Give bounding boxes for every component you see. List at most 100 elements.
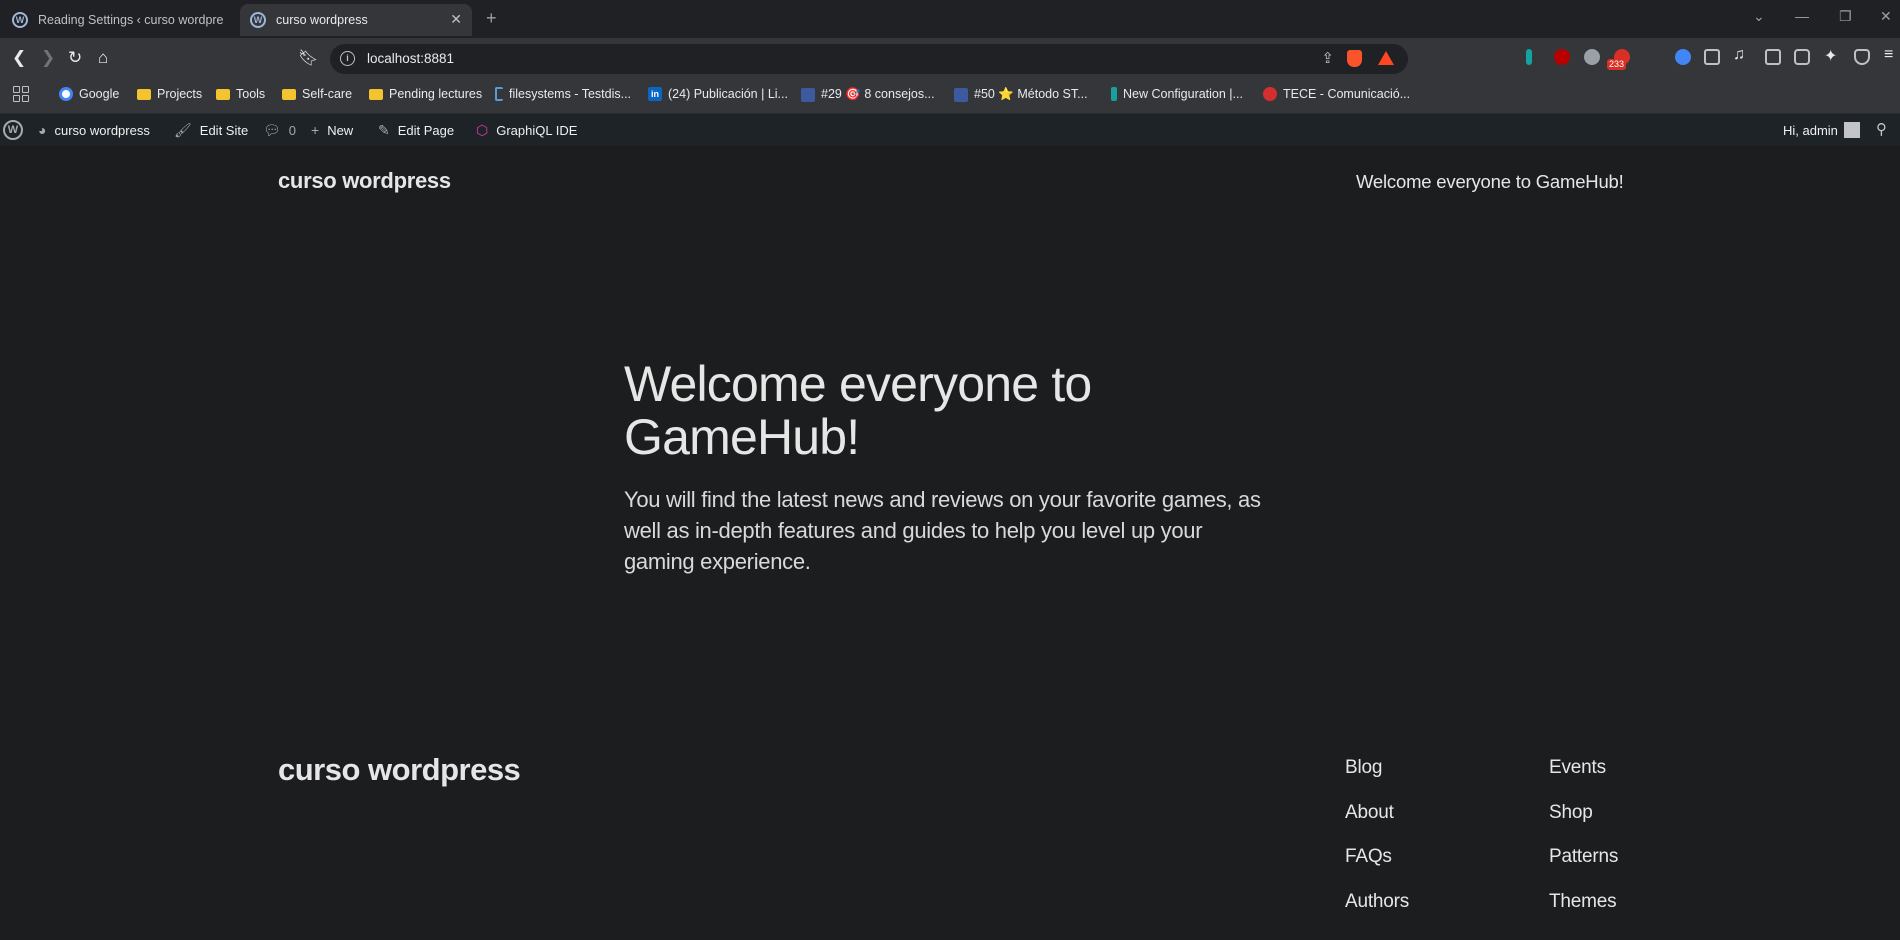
hmt-icon [954,87,968,102]
bookmark-pending-lectures[interactable]: Pending lectures [369,87,482,101]
wallet-icon[interactable] [1794,49,1810,65]
graphql-icon: ⬡ [476,122,489,138]
bookmark-hmt-29[interactable]: #29 🎯 8 consejos... [801,87,935,102]
leo-ai-icon[interactable]: ✦ [1824,46,1837,66]
extension-badge-count: 233 [1607,59,1627,70]
bookmark-label: (24) Publicación | Li... [668,87,788,101]
apps-grid-icon[interactable] [13,86,29,102]
bookmark-label: Pending lectures [389,87,483,101]
folder-icon [216,88,230,100]
browser-toolbar: ❮ ❯ ↻ ⌂ 🔖︎ i localhost:8881 ⇪ 233 ♫ ✦ ≡ [0,38,1900,78]
google-icon [59,87,73,101]
greeting-label: Hi, admin [1783,122,1838,138]
brave-shields-icon[interactable] [1347,50,1362,67]
site-info-icon[interactable]: i [340,51,355,66]
header-nav-link[interactable]: Welcome everyone to GameHub! [1356,171,1624,193]
site-title[interactable]: curso wordpress [278,168,451,194]
bookmark-label: TECE - Comunicació... [1283,87,1411,101]
bookmark-hmt-50[interactable]: #50 ⭐ Método ST... [954,87,1088,102]
wordpress-logo-icon: W [3,120,23,140]
reload-icon[interactable]: ↻ [68,48,82,68]
footer-nav-col-2: Events Shop Patterns Themes [1549,757,1618,935]
site-name-label: curso wordpress [54,122,150,138]
hmt-icon [801,87,815,102]
tab-title: Reading Settings ‹ curso wordpress [38,13,224,27]
bookmark-google[interactable]: Google [59,87,119,101]
extension-blue-icon[interactable] [1675,49,1691,65]
adminbar-search[interactable]: ⚲ [1876,120,1895,138]
home-icon[interactable]: ⌂ [98,48,108,68]
folder-icon [369,88,383,100]
extension-1-icon[interactable] [1526,49,1532,65]
bookmark-new-configuration[interactable]: New Configuration |... [1111,87,1243,101]
address-bar[interactable]: i localhost:8881 ⇪ [330,44,1408,74]
adminbar-comments[interactable]: 💬︎ 0 [263,122,296,139]
share-icon[interactable]: ⇪ [1321,49,1334,67]
media-icon[interactable]: ♫ [1733,46,1745,64]
hero-text: You will find the latest news and review… [624,487,1261,574]
footer-link-themes[interactable]: Themes [1549,891,1618,936]
graphiql-label: GraphiQL IDE [496,123,578,138]
new-label: New [327,122,354,138]
bookmark-label: filesystems - Testdis... [509,87,632,101]
bookmark-projects[interactable]: Projects [137,87,202,101]
footer-link-patterns[interactable]: Patterns [1549,846,1618,891]
menu-icon[interactable]: ≡ [1884,46,1893,64]
address-url[interactable]: localhost:8881 [367,51,454,66]
tab-search-chevron-icon[interactable]: ⌄ [1753,8,1765,25]
minimize-icon[interactable]: — [1795,8,1809,24]
bookmark-self-care[interactable]: Self-care [282,87,352,101]
footer-link-blog[interactable]: Blog [1345,757,1409,802]
footer-site-title[interactable]: curso wordpress [278,752,521,788]
footer-nav-col-1: Blog About FAQs Authors [1345,757,1409,935]
new-tab-icon[interactable]: + [486,8,497,29]
brush-icon: 🖌︎ [174,122,192,138]
adminbar-new[interactable]: + New [311,122,353,138]
bracket-icon [495,87,503,101]
wordpress-favicon-icon: W [250,12,266,28]
adminbar-edit-site[interactable]: 🖌︎ Edit Site [174,122,248,139]
footer-link-shop[interactable]: Shop [1549,802,1618,847]
bookmark-label: #50 ⭐ Método ST... [974,87,1088,101]
edit-site-label: Edit Site [199,123,249,138]
adminbar-site-name[interactable]: ◕ curso wordpress [38,122,150,138]
bookmark-label: #29 🎯 8 consejos... [821,87,935,101]
footer-link-faqs[interactable]: FAQs [1345,846,1409,891]
wp-logo-menu[interactable]: W [3,120,23,140]
bookmark-label: Self-care [302,87,353,101]
tab-reading-settings[interactable]: W Reading Settings ‹ curso wordpress [2,4,234,36]
bookmark-linkedin[interactable]: in (24) Publicación | Li... [648,87,788,101]
bookmark-tools[interactable]: Tools [216,87,265,101]
edit-page-label: Edit Page [397,123,455,138]
browser-tab-bar: W Reading Settings ‹ curso wordpress W c… [0,0,1900,38]
folder-icon [137,88,151,100]
dashboard-icon: ◕ [38,122,47,138]
bookmark-label: Tools [236,87,266,101]
ublock-icon[interactable] [1554,49,1570,65]
tab-curso-wordpress[interactable]: W curso wordpress ✕ [240,4,472,36]
vpn-shield-icon[interactable] [1854,49,1870,65]
footer-link-about[interactable]: About [1345,802,1409,847]
close-window-icon[interactable]: ✕ [1880,8,1892,25]
linkedin-icon: in [648,87,662,101]
back-icon[interactable]: ❮ [12,48,26,68]
bookmark-tece[interactable]: TECE - Comunicació... [1263,87,1410,101]
footer-link-authors[interactable]: Authors [1345,891,1409,936]
sidebar-icon[interactable] [1765,49,1781,65]
adminbar-edit-page[interactable]: ✎ Edit Page [378,122,454,139]
extension-glasses-icon[interactable] [1584,49,1600,65]
close-tab-icon[interactable]: ✕ [450,11,462,28]
hero-title: Welcome everyone to GameHub! [624,356,1092,465]
bookmark-filesystems[interactable]: filesystems - Testdis... [495,87,631,101]
brave-rewards-icon[interactable] [1378,51,1394,65]
bookmark-icon[interactable]: 🔖︎ [298,48,318,68]
plus-icon: + [311,122,320,138]
pencil-icon: ✎ [378,122,390,138]
tece-icon [1263,87,1277,101]
forward-icon[interactable]: ❯ [41,48,55,68]
extensions-puzzle-icon[interactable] [1704,49,1720,65]
restore-icon[interactable]: ❐ [1839,8,1852,25]
footer-link-events[interactable]: Events [1549,757,1618,802]
adminbar-my-account[interactable]: Hi, admin [1783,122,1860,138]
adminbar-graphiql[interactable]: ⬡ GraphiQL IDE [476,122,577,139]
